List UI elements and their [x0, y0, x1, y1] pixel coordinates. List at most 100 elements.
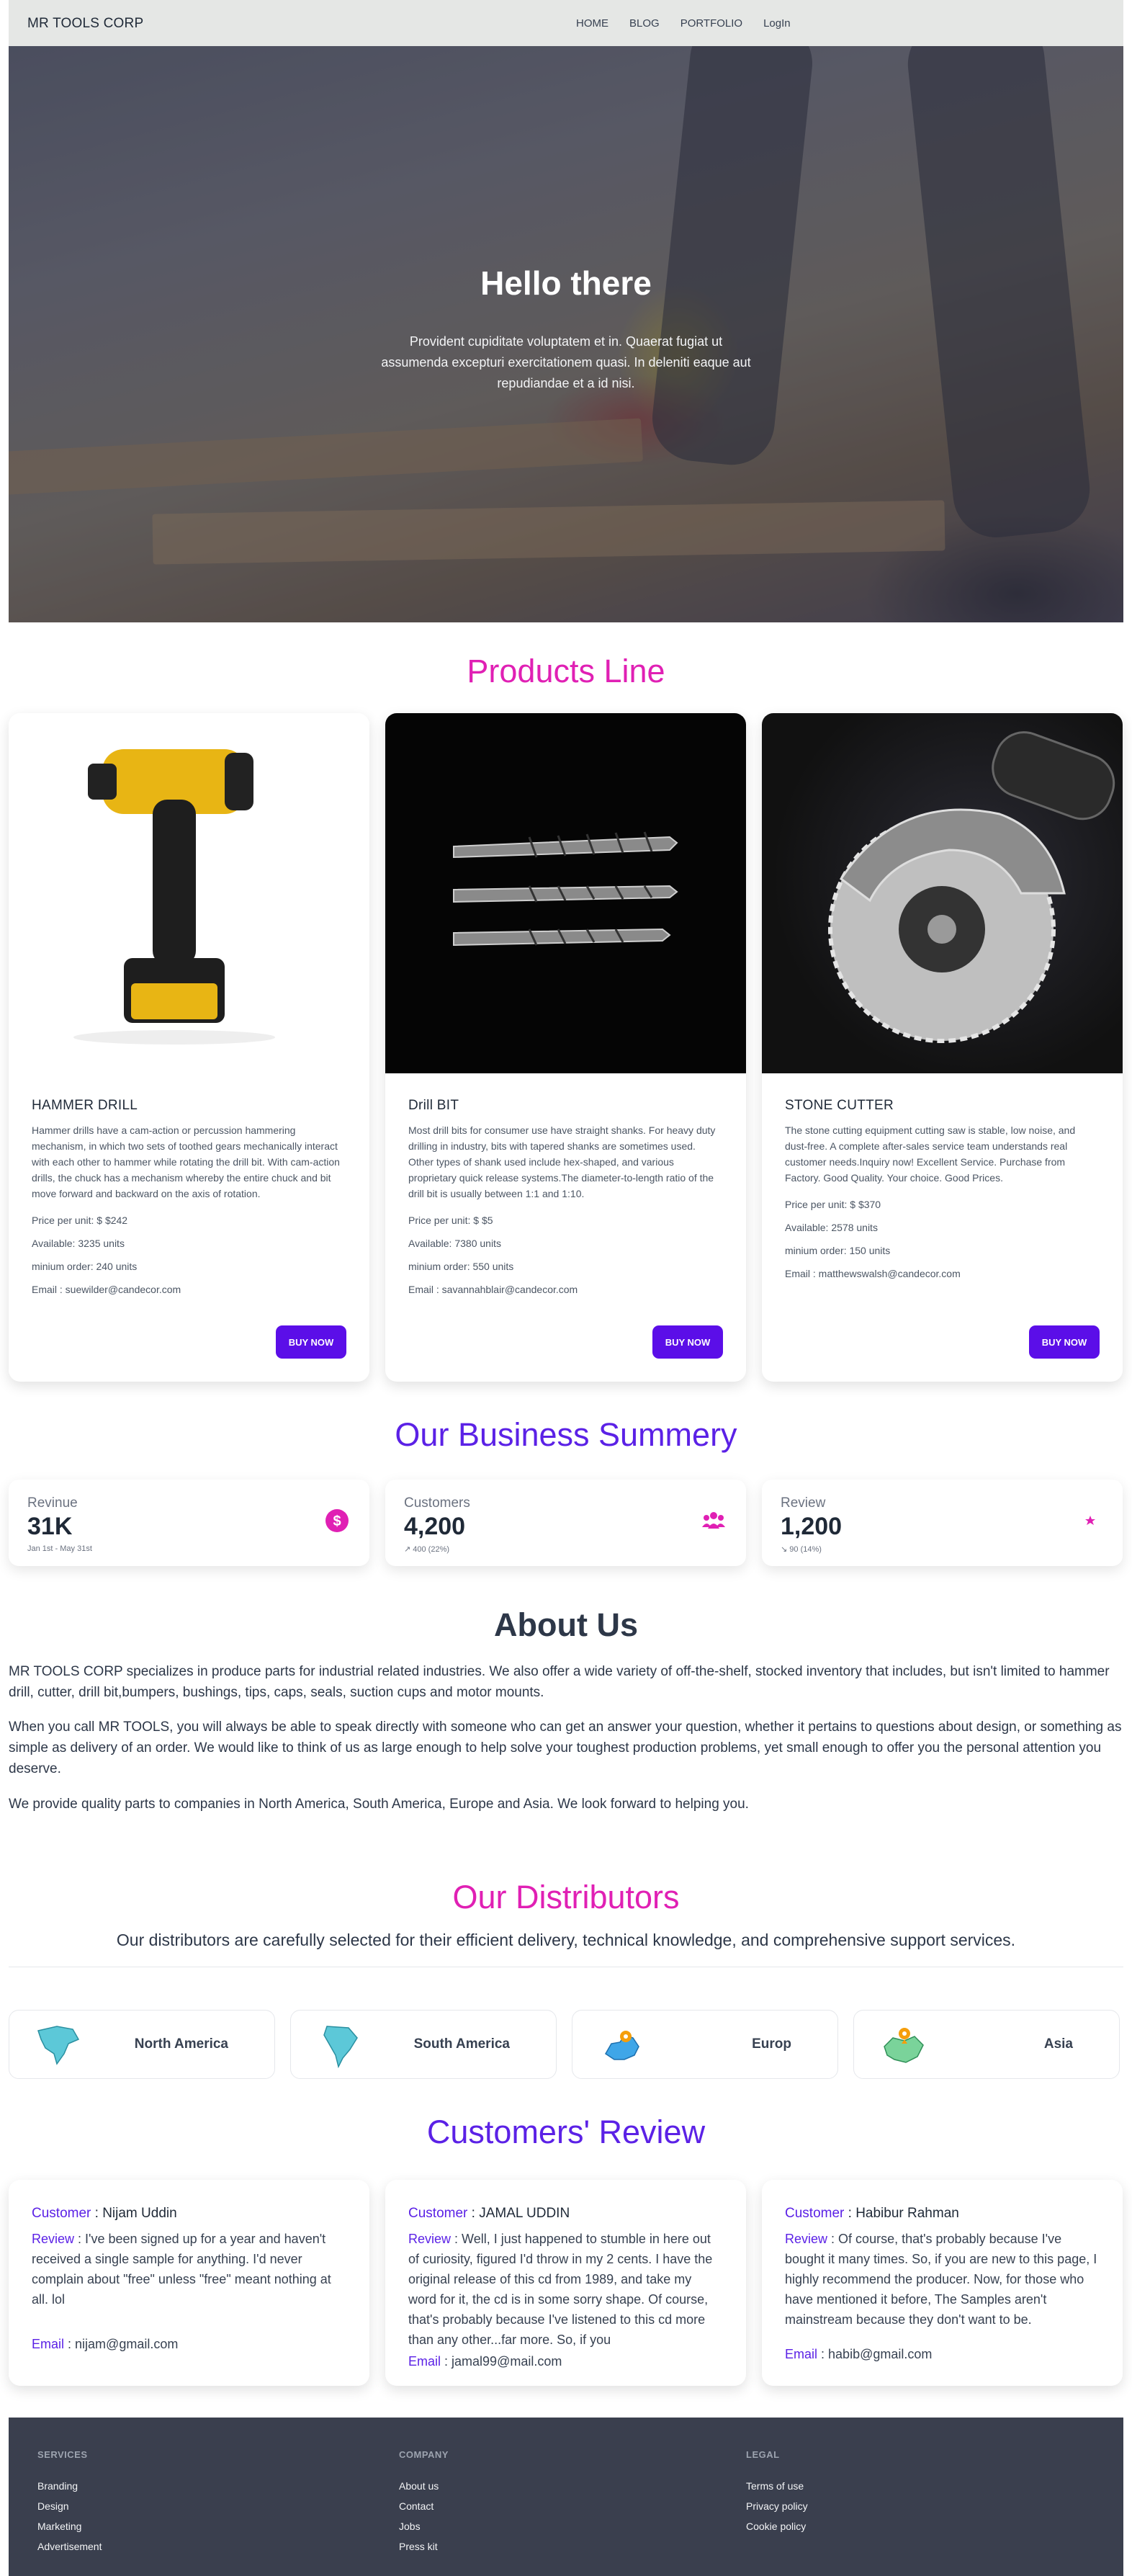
dollar-icon: $ [325, 1509, 349, 1532]
footer-link[interactable]: Marketing [37, 2516, 102, 2536]
stat-card-customers: Customers 4,200 ↗ 400 (22%) [385, 1480, 746, 1566]
stat-sub: ↗ 400 (22%) [404, 1545, 450, 1554]
product-description: Hammer drills have a cam-action or percu… [32, 1124, 340, 1199]
nav-portfolio-link[interactable]: PORTFOLIO [680, 17, 742, 30]
review-label: Review [32, 2232, 75, 2246]
footer-link[interactable]: Advertisement [37, 2536, 102, 2557]
users-icon [702, 1512, 725, 1529]
navbar: MR TOOLS CORP HOME BLOG PORTFOLIO LogIn [9, 0, 1123, 46]
review-text: Review : I've been signed up for a year … [32, 2229, 346, 2309]
stat-label: Customers [404, 1495, 470, 1511]
review-label: Review [785, 2232, 828, 2246]
distributor-card[interactable]: North America [9, 2010, 275, 2079]
footer-company: COMPANY About us Contact Jobs Press kit [399, 2449, 449, 2557]
review-text: Review : Well, I just happened to stumbl… [408, 2229, 723, 2350]
footer-link[interactable]: Jobs [399, 2516, 449, 2536]
buy-now-button[interactable]: BUY NOW [1029, 1325, 1100, 1359]
footer-link[interactable]: Terms of use [746, 2476, 808, 2496]
buy-now-button[interactable]: BUY NOW [276, 1325, 346, 1359]
product-image [385, 713, 746, 1073]
summary-title: Our Business Summery [395, 1416, 737, 1453]
product-available: Available: 2578 units [785, 1222, 878, 1233]
product-min-order: minium order: 240 units [32, 1261, 138, 1272]
review-customer: Customer : Nijam Uddin [32, 2206, 346, 2222]
product-image [9, 713, 369, 1073]
footer-link[interactable]: Contact [399, 2496, 449, 2516]
review-email-value: : habib@gmail.com [821, 2347, 933, 2361]
review-email: Email : habib@gmail.com [785, 2347, 1100, 2362]
footer-link[interactable]: Cookie policy [746, 2516, 808, 2536]
email-label: Email [785, 2347, 818, 2361]
product-card: STONE CUTTER The stone cutting equipment… [762, 713, 1123, 1382]
review-card: Customer : Habibur Rahman Review : Of co… [762, 2180, 1123, 2386]
review-body: : Of course, that's probably because I'v… [785, 2232, 1097, 2327]
product-available: Available: 7380 units [408, 1238, 501, 1249]
nav-blog-link[interactable]: BLOG [629, 17, 660, 30]
distributor-name: Asia [1043, 2036, 1073, 2052]
review-card: Customer : Nijam Uddin Review : I've bee… [9, 2180, 369, 2386]
footer-link[interactable]: Branding [37, 2476, 102, 2496]
footer: SERVICES Branding Design Marketing Adver… [9, 2418, 1123, 2576]
product-available: Available: 3235 units [32, 1238, 125, 1249]
product-price: Price per unit: $ $370 [785, 1199, 881, 1210]
about-title: About Us [494, 1606, 638, 1643]
footer-heading: SERVICES [37, 2449, 88, 2460]
review-customer: Customer : Habibur Rahman [785, 2206, 1100, 2222]
email-label: Email [408, 2354, 441, 2369]
footer-link[interactable]: Press kit [399, 2536, 449, 2557]
product-price: Price per unit: $ $242 [32, 1215, 128, 1226]
product-name: Drill BIT [408, 1098, 459, 1113]
customer-name: : Habibur Rahman [848, 2206, 959, 2221]
review-email: Email : nijam@gmail.com [32, 2337, 346, 2352]
footer-services: SERVICES Branding Design Marketing Adver… [37, 2449, 102, 2557]
distributor-card[interactable]: South America [290, 2010, 557, 2079]
customer-name: : Nijam Uddin [94, 2206, 177, 2221]
drill-bit-image [453, 831, 678, 947]
product-min-order: minium order: 150 units [785, 1245, 891, 1256]
product-description: Most drill bits for consumer use have st… [408, 1124, 716, 1199]
product-price: Price per unit: $ $5 [408, 1215, 493, 1226]
product-description: The stone cutting equipment cutting saw … [785, 1124, 1076, 1184]
review-card: Customer : JAMAL UDDIN Review : Well, I … [385, 2180, 746, 2386]
buy-now-button[interactable]: BUY NOW [652, 1325, 723, 1359]
footer-link[interactable]: About us [399, 2476, 449, 2496]
distributor-name: North America [134, 2036, 228, 2052]
customer-label: Customer [785, 2206, 845, 2221]
hero-title: Hello there [480, 264, 652, 302]
product-card: Drill BIT Most drill bits for consumer u… [385, 713, 746, 1382]
distributors-subtitle: Our distributors are carefully selected … [116, 1931, 1016, 1949]
footer-link[interactable]: Privacy policy [746, 2496, 808, 2516]
product-email: Email : savannahblair@candecor.com [408, 1284, 578, 1295]
svg-text:$: $ [333, 1513, 341, 1529]
customer-label: Customer [408, 2206, 468, 2221]
review-label: Review [408, 2232, 452, 2246]
about-paragraph: MR TOOLS CORP specializes in produce par… [9, 1664, 1110, 1700]
stat-card-revenue: Revinue 31K Jan 1st - May 31st $ [9, 1480, 369, 1566]
south-america-map-icon [323, 2026, 358, 2068]
distributor-name: South America [413, 2036, 510, 2052]
distributor-card[interactable]: Asia [853, 2010, 1120, 2079]
brand-logo[interactable]: MR TOOLS CORP [27, 16, 143, 32]
nav-login-link[interactable]: LogIn [763, 17, 791, 30]
hero-text: Provident cupiditate voluptatem et in. Q… [381, 334, 751, 390]
stat-value: 1,200 [781, 1513, 843, 1540]
footer-legal: LEGAL Terms of use Privacy policy Cookie… [746, 2449, 808, 2536]
nav-home-link[interactable]: HOME [576, 17, 608, 30]
reviews-title: Customers' Review [426, 2114, 706, 2150]
stat-label: Review [781, 1495, 826, 1511]
asia-map-icon [884, 2028, 924, 2063]
stat-label: Revinue [27, 1495, 78, 1511]
review-email-value: : nijam@gmail.com [68, 2337, 179, 2351]
stat-sub: Jan 1st - May 31st [27, 1544, 92, 1553]
footer-link[interactable]: Design [37, 2496, 102, 2516]
hero-banner: Hello there Provident cupiditate volupta… [9, 46, 1123, 622]
product-email: Email : suewilder@candecor.com [32, 1284, 181, 1295]
review-email-value: : jamal99@mail.com [444, 2354, 562, 2369]
star-icon [1085, 1516, 1095, 1525]
north-america-map-icon [37, 2026, 80, 2065]
distributor-card[interactable]: Europ [572, 2010, 838, 2079]
footer-heading: COMPANY [399, 2449, 449, 2460]
review-customer: Customer : JAMAL UDDIN [408, 2206, 723, 2222]
product-image [762, 713, 1123, 1073]
footer-heading: LEGAL [746, 2449, 780, 2460]
